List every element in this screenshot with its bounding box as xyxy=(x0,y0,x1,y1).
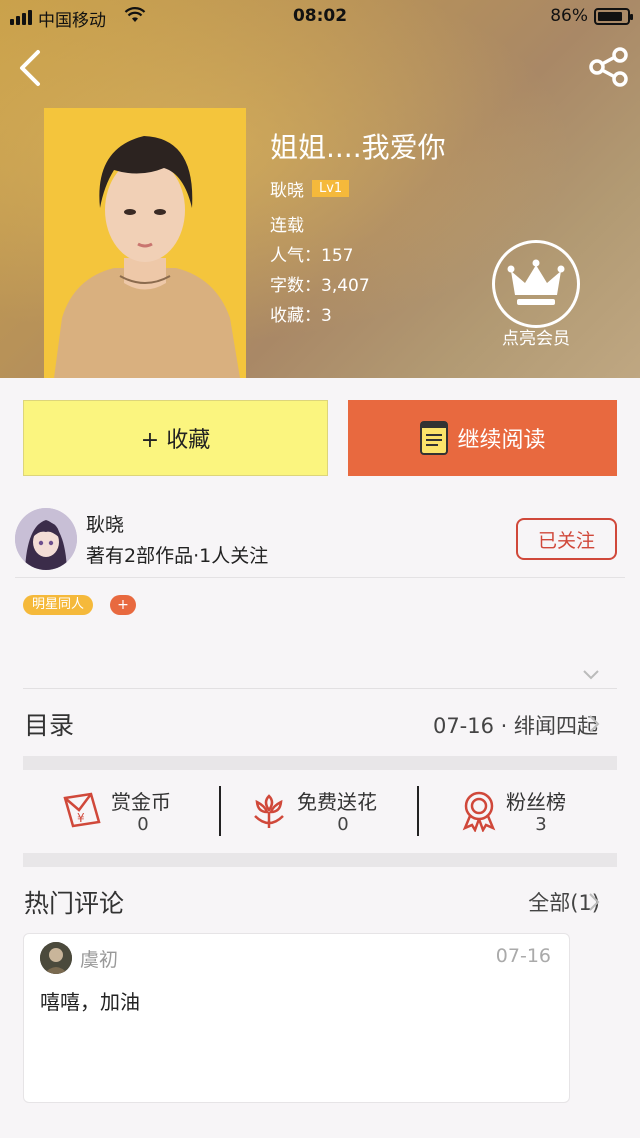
book-header: 中国移动 08:02 86% 姐姐....我爱你 耿晓 Lv1 连载 人气：15… xyxy=(0,0,640,378)
popularity: 人气：157 xyxy=(270,246,354,266)
medal-icon xyxy=(462,791,496,832)
stat-coins-name: 赏金币 xyxy=(111,790,171,814)
share-icon xyxy=(589,47,628,87)
stat-flowers-name: 免费送花 xyxy=(297,790,377,814)
stat-fan-ranking-value: 3 xyxy=(535,814,547,835)
stat-flowers-value: 0 xyxy=(337,814,349,835)
favorite-label: + 收藏 xyxy=(140,428,211,453)
chevron-down-icon xyxy=(583,670,599,680)
section-separator xyxy=(23,853,617,867)
continue-reading-button[interactable]: 继续阅读 xyxy=(348,400,617,476)
favorite-button[interactable]: + 收藏 xyxy=(23,400,328,476)
battery-percent: 86% xyxy=(550,6,588,26)
section-separator xyxy=(23,756,617,770)
book-info: 姐姐....我爱你 耿晓 Lv1 连载 人气：157 字数：3,407 收藏：3 xyxy=(270,128,446,331)
level-badge: Lv1 xyxy=(312,180,350,197)
stat-divider xyxy=(417,786,419,836)
stat-divider xyxy=(219,786,221,836)
flower-icon xyxy=(254,794,284,828)
stats-bar: ¥ 赏金币 0 免费送花 0 粉丝榜 3 xyxy=(23,770,617,852)
vip-button[interactable]: 点亮会员 xyxy=(490,240,582,349)
author-name[interactable]: 耿晓 xyxy=(270,176,304,201)
crown-icon xyxy=(492,240,580,328)
status-bar: 中国移动 08:02 86% xyxy=(0,0,640,34)
back-button[interactable] xyxy=(14,48,46,88)
follow-button[interactable]: 已关注 xyxy=(516,518,617,560)
commenter-avatar[interactable] xyxy=(40,942,72,974)
follow-label: 已关注 xyxy=(537,529,595,552)
cover-portrait-image xyxy=(44,108,246,378)
genre-tag[interactable]: 明星同人 xyxy=(23,595,94,615)
divider xyxy=(23,688,617,689)
author-works-summary: 著有2部作品·1人关注 xyxy=(86,545,269,567)
continue-reading-label: 继续阅读 xyxy=(457,428,546,453)
battery-icon xyxy=(594,8,633,25)
book-cover[interactable] xyxy=(44,108,246,378)
stat-fan-ranking-name: 粉丝榜 xyxy=(506,790,566,814)
stat-coins-value: 0 xyxy=(137,814,149,835)
clock: 08:02 xyxy=(292,6,348,26)
latest-chapter: 07-16 · 绯闻四起 xyxy=(432,714,598,738)
add-tag-button[interactable]: + xyxy=(110,595,136,615)
comment-card[interactable]: 虞初 07-16 嘻嘻，加油 xyxy=(23,933,570,1103)
expand-description-button[interactable] xyxy=(582,666,600,680)
svg-text:¥: ¥ xyxy=(77,811,85,825)
toc-label: 目录 xyxy=(24,711,75,740)
author-card[interactable]: 耿晓 著有2部作品·1人关注 已关注 xyxy=(0,502,640,578)
favorite-count: 收藏：3 xyxy=(270,306,332,326)
author-card-name: 耿晓 xyxy=(86,514,125,536)
stat-fan-ranking[interactable]: 粉丝榜 3 xyxy=(460,770,590,852)
red-envelope-icon: ¥ xyxy=(63,792,101,828)
commenter-name[interactable]: 虞初 xyxy=(80,945,118,972)
divider xyxy=(15,577,625,578)
book-icon xyxy=(420,421,449,455)
stat-flowers[interactable]: 免费送花 0 xyxy=(249,770,419,852)
word-count: 字数：3,407 xyxy=(270,276,370,296)
share-button[interactable] xyxy=(588,46,630,88)
chevron-right-icon xyxy=(589,893,600,911)
author-avatar[interactable] xyxy=(15,508,77,570)
stat-coins[interactable]: ¥ 赏金币 0 xyxy=(61,770,191,852)
comment-text: 嘻嘻，加油 xyxy=(40,990,140,1014)
chevron-right-icon xyxy=(589,715,600,733)
comment-date: 07-16 xyxy=(495,945,551,967)
book-title: 姐姐....我爱你 xyxy=(270,131,446,164)
author-row: 耿晓 Lv1 xyxy=(270,176,446,201)
chevron-left-icon xyxy=(20,50,40,86)
serial-status: 连载 xyxy=(270,216,304,236)
hot-comments-label: 热门评论 xyxy=(24,889,125,918)
